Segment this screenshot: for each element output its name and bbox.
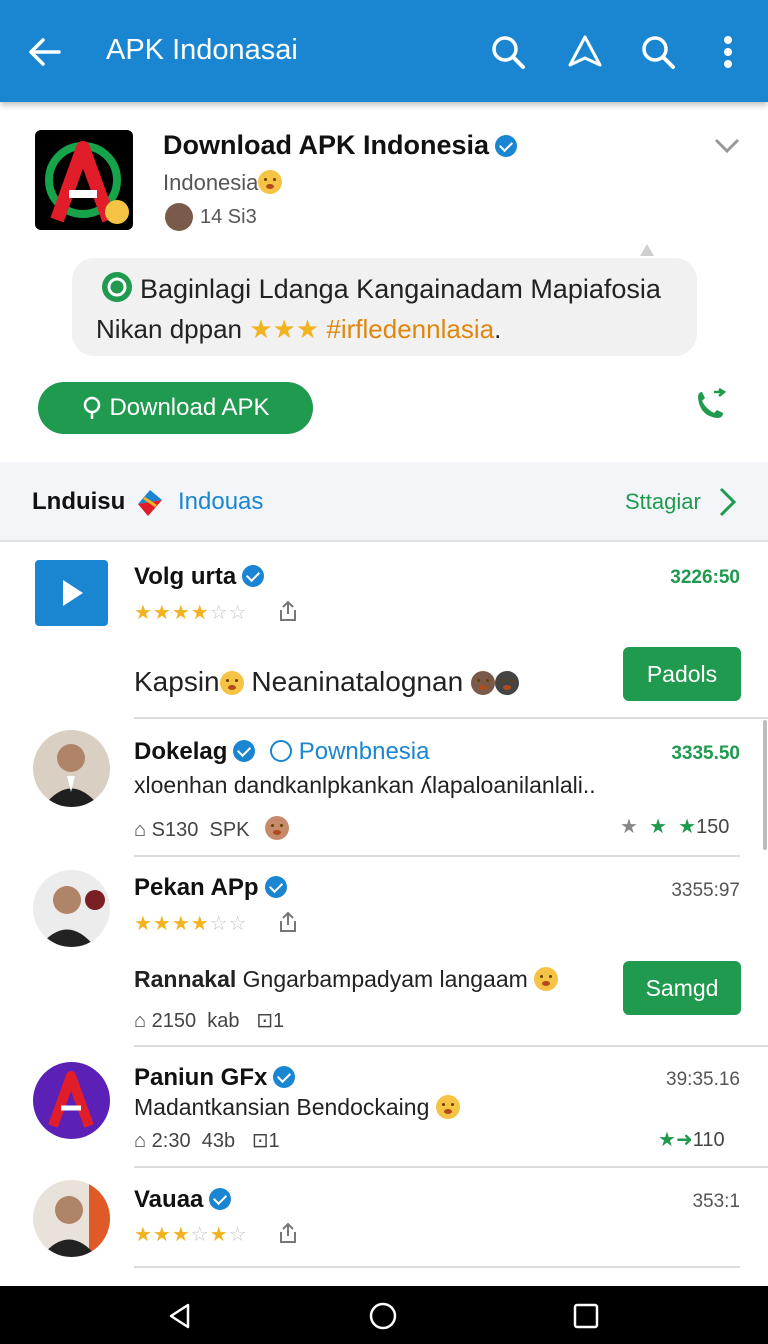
- list-item-meta: ⌂ 2:30 43b ⊡1: [134, 1130, 280, 1152]
- emoji-icon: [219, 671, 244, 695]
- back-nav-icon[interactable]: [166, 1302, 194, 1335]
- list-item-desc: xloenhan dandkanlpkankan ʎlapaloanilanla…: [134, 772, 596, 798]
- list-item-desc: Kapsin Neaninatalognan: [134, 666, 519, 698]
- divider: [134, 1045, 768, 1047]
- app-screen: APK Indonasai Download APK Indonesia Ind…: [0, 0, 768, 1344]
- box-icon: ⊡: [251, 1130, 269, 1152]
- avatar[interactable]: [33, 730, 110, 807]
- box-icon: ⊡: [256, 1010, 273, 1032]
- verified-icon: [273, 1066, 296, 1088]
- follower-count: 14 Si3: [200, 206, 257, 228]
- samgd-button[interactable]: Samgd: [623, 961, 741, 1015]
- list-item-price: 3226:50: [670, 567, 740, 588]
- category-icon: [134, 486, 166, 523]
- whatsapp-icon: [102, 272, 132, 302]
- padols-button[interactable]: Padols: [623, 647, 741, 701]
- list-item-price: 39:35.16: [666, 1069, 740, 1090]
- section-more-link[interactable]: Sttagiar: [625, 489, 701, 515]
- recents-nav-icon[interactable]: [572, 1302, 600, 1335]
- scrollbar[interactable]: [763, 720, 767, 850]
- list-item-name[interactable]: Dokelag Pownbnesia: [134, 738, 429, 766]
- rating-stars: ★★★★☆☆: [134, 913, 248, 935]
- app-bar-title: APK Indonasai: [106, 34, 298, 66]
- badge-icon: [270, 740, 293, 762]
- bubble-line-2: Nikan dppan ★★★ #irfledennlasia.: [96, 314, 502, 344]
- search-icon-2[interactable]: [636, 30, 680, 74]
- share-icon[interactable]: [563, 30, 607, 74]
- bubble-line-1: Baginlagi Ldanga Kangainadam Mapiafosia: [140, 274, 661, 304]
- list-item-desc: Rannakal Gngarbampadyam langaam: [134, 966, 559, 993]
- list-item-name[interactable]: Pekan APp: [134, 874, 287, 902]
- chevron-right-icon[interactable]: [716, 486, 738, 523]
- emoji-icon: [494, 671, 519, 695]
- rating-stars: ★★★★☆☆: [134, 602, 248, 624]
- download-icon: ⌂: [134, 819, 147, 841]
- rating-right: ★ ★ ★150: [620, 816, 730, 838]
- divider: [134, 1166, 768, 1168]
- app-logo: [35, 130, 133, 230]
- section-title: Lnduisu: [32, 488, 126, 515]
- emoji-icon: [470, 671, 495, 695]
- system-nav-bar: [0, 1286, 768, 1344]
- avatar[interactable]: [33, 870, 110, 947]
- caret-up-icon: [640, 244, 654, 256]
- divider: [134, 1266, 740, 1268]
- back-arrow-icon[interactable]: [22, 30, 66, 74]
- verified-icon: [495, 135, 518, 157]
- section-header: Lnduisu Indouas Sttagiar: [0, 462, 768, 542]
- list-item-name[interactable]: Paniun GFx: [134, 1064, 296, 1092]
- search-icon[interactable]: [486, 30, 530, 74]
- verified-icon: [209, 1188, 232, 1210]
- verified-icon: [233, 740, 256, 762]
- pin-icon: [84, 396, 101, 419]
- list-item-price: 3355:97: [671, 880, 740, 901]
- emoji-icon: [435, 1095, 460, 1119]
- star-icons: ★★★: [249, 314, 320, 344]
- page-title: Download APK Indonesia: [163, 130, 518, 161]
- avatar[interactable]: [33, 1062, 110, 1139]
- divider: [134, 717, 768, 719]
- description-bubble: Baginlagi Ldanga Kangainadam Mapiafosia …: [72, 258, 697, 356]
- section-category[interactable]: Indouas: [178, 488, 263, 516]
- divider: [134, 855, 740, 857]
- list-item-name[interactable]: Volg urta: [134, 563, 265, 591]
- chevron-down-icon[interactable]: [712, 136, 742, 161]
- share-small-icon[interactable]: [278, 1222, 298, 1249]
- more-vert-icon[interactable]: [712, 30, 744, 74]
- avatar[interactable]: [33, 1180, 110, 1257]
- home-nav-icon[interactable]: [368, 1301, 398, 1336]
- rating-right: ★➜110: [658, 1129, 725, 1151]
- emoji-icon: [258, 170, 283, 194]
- download-icon: ⌂: [134, 1130, 147, 1152]
- list-item-price: 353:1: [692, 1191, 740, 1212]
- list-item-meta: ⌂ 2150 kab ⊡1: [134, 1010, 285, 1032]
- list-item-price: 3335.50: [671, 743, 740, 764]
- page-subtitle: Indonesia: [163, 170, 283, 196]
- call-icon[interactable]: [692, 387, 728, 429]
- download-icon: ⌂: [134, 1010, 147, 1032]
- rating-stars: ★★★☆★☆: [134, 1224, 248, 1246]
- list-item-desc: Madantkansian Bendockaing: [134, 1094, 460, 1121]
- verified-icon: [242, 565, 265, 587]
- share-small-icon[interactable]: [278, 911, 298, 938]
- app-bar: APK Indonasai: [0, 0, 768, 102]
- hashtag-link[interactable]: #irfledennlasia: [326, 314, 494, 344]
- avatar-small: [165, 203, 193, 231]
- download-apk-button[interactable]: Download APK: [38, 382, 313, 434]
- emoji-icon: [534, 967, 559, 991]
- download-apk-label: Download APK: [109, 394, 270, 421]
- share-small-icon[interactable]: [278, 600, 298, 627]
- list-item-meta: ⌂ S130 SPK: [134, 816, 290, 842]
- play-app-icon[interactable]: [35, 560, 108, 626]
- emoji-icon: [265, 816, 290, 840]
- list-item-name[interactable]: Vauaa: [134, 1186, 232, 1214]
- verified-icon: [264, 876, 287, 898]
- list-item-tag[interactable]: Pownbnesia: [299, 738, 430, 765]
